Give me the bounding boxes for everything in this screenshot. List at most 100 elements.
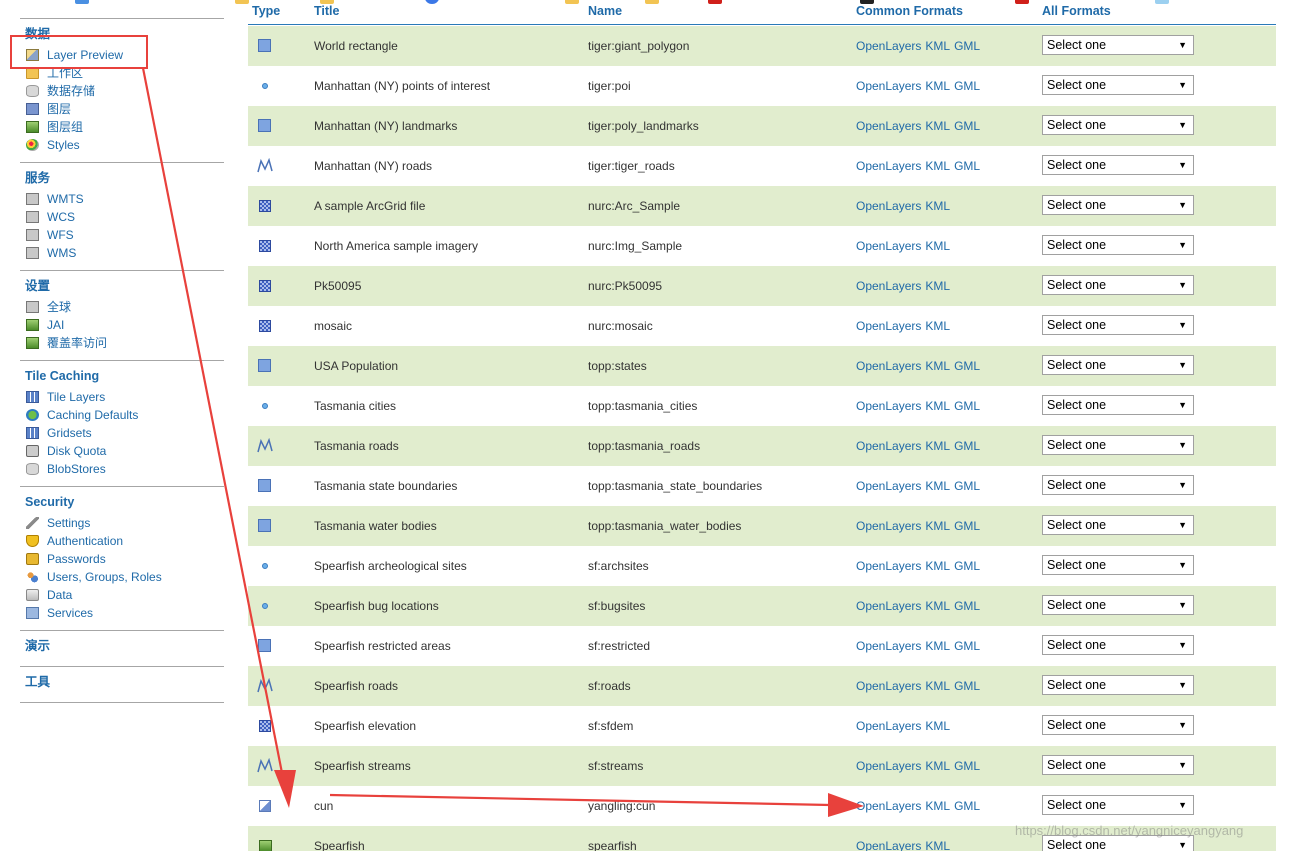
kml-link[interactable]: KML — [925, 519, 950, 533]
all-formats-select[interactable]: Select one ▼ — [1042, 675, 1194, 695]
all-formats-select[interactable]: Select one ▼ — [1042, 195, 1194, 215]
sidebar-section-title[interactable]: 演示 — [20, 638, 224, 654]
sidebar-item[interactable]: Caching Defaults — [20, 406, 224, 424]
kml-link[interactable]: KML — [925, 639, 950, 653]
all-formats-select[interactable]: Select one ▼ — [1042, 635, 1194, 655]
sidebar-item-link[interactable]: Styles — [47, 138, 80, 152]
sidebar-item-link[interactable]: Data — [47, 588, 72, 602]
sidebar-item-link[interactable]: 图层组 — [47, 120, 83, 134]
kml-link[interactable]: KML — [925, 439, 950, 453]
sidebar-item[interactable]: Data — [20, 586, 224, 604]
all-formats-select[interactable]: Select one ▼ — [1042, 755, 1194, 775]
all-formats-select[interactable]: Select one ▼ — [1042, 235, 1194, 255]
sidebar-item[interactable]: Users, Groups, Roles — [20, 568, 224, 586]
sidebar-item-link[interactable]: 图层 — [47, 102, 71, 116]
sidebar-item[interactable]: WMS — [20, 244, 224, 262]
kml-link[interactable]: KML — [925, 719, 950, 733]
openlayers-link[interactable]: OpenLayers — [856, 199, 921, 213]
openlayers-link[interactable]: OpenLayers — [856, 319, 921, 333]
sidebar-item-link[interactable]: Settings — [47, 516, 90, 530]
sidebar-item-link[interactable]: WCS — [47, 210, 75, 224]
sidebar-item[interactable]: 图层组 — [20, 118, 224, 136]
openlayers-link[interactable]: OpenLayers — [856, 39, 921, 53]
kml-link[interactable]: KML — [925, 799, 950, 813]
sidebar-item-link[interactable]: Tile Layers — [47, 390, 105, 404]
gml-link[interactable]: GML — [954, 359, 980, 373]
all-formats-select[interactable]: Select one ▼ — [1042, 715, 1194, 735]
sidebar-item-link[interactable]: Disk Quota — [47, 444, 106, 458]
all-formats-select[interactable]: Select one ▼ — [1042, 115, 1194, 135]
sidebar-item-link[interactable]: WFS — [47, 228, 74, 242]
sidebar-item[interactable]: BlobStores — [20, 460, 224, 478]
all-formats-select[interactable]: Select one ▼ — [1042, 275, 1194, 295]
sidebar-item[interactable]: Passwords — [20, 550, 224, 568]
sidebar-item-link[interactable]: Gridsets — [47, 426, 92, 440]
sidebar-item[interactable]: JAI — [20, 316, 224, 334]
sidebar-item-link[interactable]: BlobStores — [47, 462, 106, 476]
kml-link[interactable]: KML — [925, 199, 950, 213]
all-formats-select[interactable]: Select one ▼ — [1042, 435, 1194, 455]
kml-link[interactable]: KML — [925, 759, 950, 773]
kml-link[interactable]: KML — [925, 559, 950, 573]
sidebar-item[interactable]: Gridsets — [20, 424, 224, 442]
gml-link[interactable]: GML — [954, 39, 980, 53]
header-name[interactable]: Name — [588, 4, 622, 18]
sidebar-item-link[interactable]: WMTS — [47, 192, 84, 206]
kml-link[interactable]: KML — [925, 479, 950, 493]
kml-link[interactable]: KML — [925, 119, 950, 133]
gml-link[interactable]: GML — [954, 399, 980, 413]
sidebar-item[interactable]: WMTS — [20, 190, 224, 208]
sidebar-item[interactable]: Services — [20, 604, 224, 622]
openlayers-link[interactable]: OpenLayers — [856, 639, 921, 653]
kml-link[interactable]: KML — [925, 39, 950, 53]
all-formats-select[interactable]: Select one ▼ — [1042, 595, 1194, 615]
all-formats-select[interactable]: Select one ▼ — [1042, 155, 1194, 175]
kml-link[interactable]: KML — [925, 399, 950, 413]
gml-link[interactable]: GML — [954, 679, 980, 693]
sidebar-item[interactable]: 图层 — [20, 100, 224, 118]
openlayers-link[interactable]: OpenLayers — [856, 479, 921, 493]
openlayers-link[interactable]: OpenLayers — [856, 599, 921, 613]
header-title[interactable]: Title — [314, 4, 339, 18]
kml-link[interactable]: KML — [925, 239, 950, 253]
all-formats-select[interactable]: Select one ▼ — [1042, 315, 1194, 335]
all-formats-select[interactable]: Select one ▼ — [1042, 355, 1194, 375]
gml-link[interactable]: GML — [954, 439, 980, 453]
kml-link[interactable]: KML — [925, 79, 950, 93]
all-formats-select[interactable]: Select one ▼ — [1042, 35, 1194, 55]
sidebar-item-link[interactable]: Authentication — [47, 534, 123, 548]
header-type[interactable]: Type — [252, 4, 280, 18]
kml-link[interactable]: KML — [925, 279, 950, 293]
gml-link[interactable]: GML — [954, 599, 980, 613]
gml-link[interactable]: GML — [954, 159, 980, 173]
openlayers-link[interactable]: OpenLayers — [856, 759, 921, 773]
gml-link[interactable]: GML — [954, 79, 980, 93]
gml-link[interactable]: GML — [954, 479, 980, 493]
sidebar-section-title[interactable]: 工具 — [20, 674, 224, 690]
sidebar-item[interactable]: Styles — [20, 136, 224, 154]
sidebar-item-link[interactable]: 全球 — [47, 300, 71, 314]
all-formats-select[interactable]: Select one ▼ — [1042, 795, 1194, 815]
all-formats-select[interactable]: Select one ▼ — [1042, 555, 1194, 575]
sidebar-item[interactable]: WCS — [20, 208, 224, 226]
openlayers-link[interactable]: OpenLayers — [856, 559, 921, 573]
sidebar-item-link[interactable]: WMS — [47, 246, 76, 260]
openlayers-link[interactable]: OpenLayers — [856, 799, 921, 813]
sidebar-item-link[interactable]: 覆盖率访问 — [47, 336, 107, 350]
gml-link[interactable]: GML — [954, 119, 980, 133]
sidebar-item-link[interactable]: Caching Defaults — [47, 408, 138, 422]
kml-link[interactable]: KML — [925, 679, 950, 693]
openlayers-link[interactable]: OpenLayers — [856, 359, 921, 373]
sidebar-item-link[interactable]: Services — [47, 606, 93, 620]
gml-link[interactable]: GML — [954, 799, 980, 813]
sidebar-item-link[interactable]: 数据存储 — [47, 84, 95, 98]
openlayers-link[interactable]: OpenLayers — [856, 119, 921, 133]
kml-link[interactable]: KML — [925, 319, 950, 333]
kml-link[interactable]: KML — [925, 599, 950, 613]
openlayers-link[interactable]: OpenLayers — [856, 79, 921, 93]
gml-link[interactable]: GML — [954, 519, 980, 533]
sidebar-item[interactable]: Authentication — [20, 532, 224, 550]
sidebar-item[interactable]: WFS — [20, 226, 224, 244]
openlayers-link[interactable]: OpenLayers — [856, 239, 921, 253]
openlayers-link[interactable]: OpenLayers — [856, 279, 921, 293]
